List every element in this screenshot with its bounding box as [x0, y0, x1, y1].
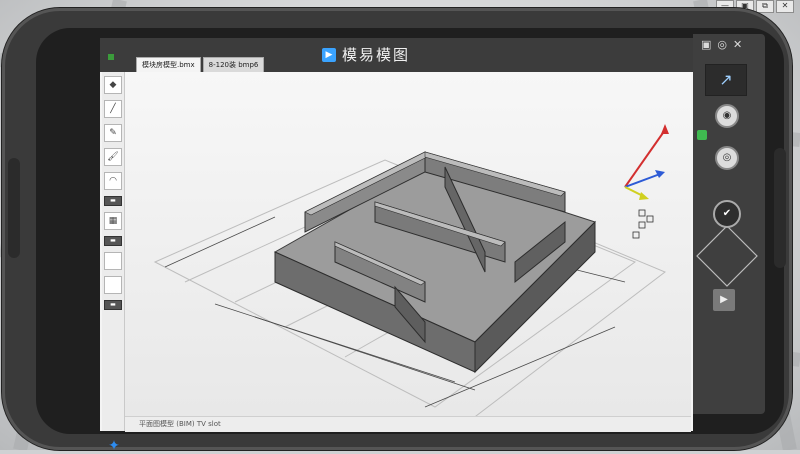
toolbar-brush-icon[interactable]: ✎ [104, 124, 122, 142]
toolbar-pen-icon[interactable]: ╱ [104, 100, 122, 118]
target-icon[interactable]: ◎ [715, 146, 739, 170]
app-logo-icon: ▶ [322, 47, 336, 62]
host-close-button[interactable]: ✕ [776, 0, 794, 13]
status-text: 平面图模型 (BIM) TV slot [139, 420, 221, 428]
mode-select-button[interactable]: ↗ [705, 64, 747, 96]
status-bar: 平面图模型 (BIM) TV slot [125, 416, 691, 432]
left-toolbar: ◆ ╱ ✎ 🖌 ◠ ▬ ▦ ▬ ▬ ✦ [102, 72, 125, 454]
panel-close-icon[interactable]: ✕ [733, 38, 742, 51]
phone-side-button [8, 158, 20, 258]
navigation-cube-icon[interactable]: ✦ [106, 438, 122, 454]
panel-top-controls: ▣ ◎ ✕ [701, 38, 742, 51]
toolbar-blank-1[interactable] [104, 252, 122, 270]
title-bar: ▶ 模易模图 模块房模型.bmx 8-120装 bmp6 [100, 38, 693, 72]
document-tabs: 模块房模型.bmx 8-120装 bmp6 [136, 57, 265, 72]
3d-viewport[interactable] [125, 72, 691, 416]
host-tile-button[interactable]: ⧉ [756, 0, 774, 13]
tab-model-file[interactable]: 模块房模型.bmx [136, 57, 201, 72]
app-title: 模易模图 [342, 46, 411, 64]
phone-side-button-right [774, 148, 786, 268]
toolbar-paint-icon[interactable]: 🖌 [104, 148, 122, 166]
app-screen: ▶ 模易模图 模块房模型.bmx 8-120装 bmp6 ◆ ╱ ✎ 🖌 ◠ ▬… [100, 38, 693, 454]
panel-settings-icon[interactable]: ◎ [717, 38, 727, 51]
panel-window-icon[interactable]: ▣ [701, 38, 711, 51]
toolbar-shape-icon[interactable]: ◆ [104, 76, 122, 94]
toolbar-layer-dark-3[interactable]: ▬ [104, 300, 122, 310]
axis-gizmo[interactable] [624, 124, 669, 239]
toolbar-blank-2[interactable] [104, 276, 122, 294]
toolbar-layer-dark-1[interactable]: ▬ [104, 196, 122, 206]
window-status-indicator [108, 54, 114, 60]
right-control-panel: ▣ ◎ ✕ ↗ ◉ ◎ ✔ ▶ [693, 34, 765, 414]
building-model [153, 124, 669, 416]
toolbar-color-icon[interactable]: ▦ [104, 212, 122, 230]
navigation-diamond[interactable] [695, 224, 759, 288]
toolbar-arc-icon[interactable]: ◠ [104, 172, 122, 190]
forward-button[interactable]: ▶ [713, 289, 735, 311]
status-green-indicator [697, 130, 707, 140]
tab-bmp-file[interactable]: 8-120装 bmp6 [202, 57, 265, 72]
confirm-icon[interactable]: ✔ [713, 200, 741, 228]
camera-icon[interactable]: ◉ [715, 104, 739, 128]
app-title-group: ▶ 模易模图 [322, 44, 410, 65]
toolbar-layer-dark-2[interactable]: ▬ [104, 236, 122, 246]
